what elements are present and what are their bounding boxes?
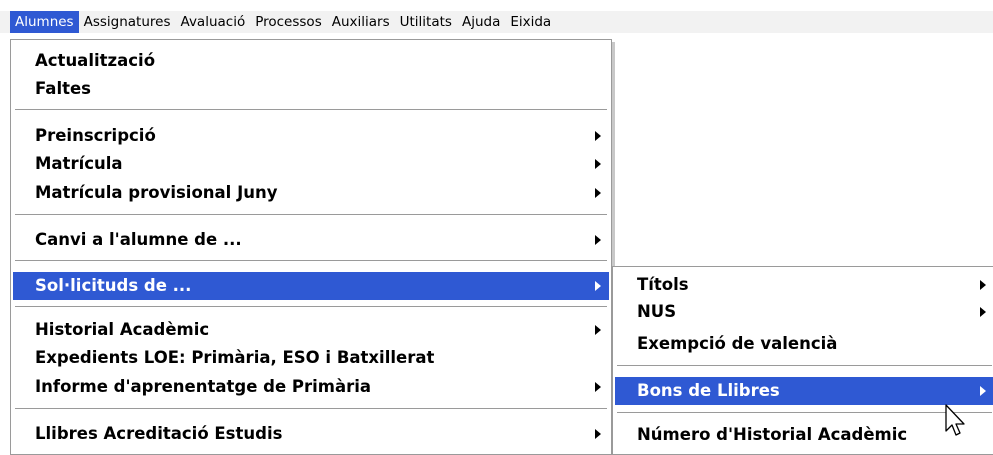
menu-item-label: Expedients LOE: Primària, ESO i Batxille… <box>35 348 435 367</box>
menu-item-label: Matrícula provisional Juny <box>35 183 278 202</box>
submenu-item-numero-historial[interactable]: Número d'Historial Acadèmic <box>615 421 993 449</box>
menu-assignatures[interactable]: Assignatures <box>79 11 176 33</box>
menu-separator <box>15 109 607 111</box>
submenu-arrow-icon <box>595 325 601 335</box>
menu-item-label: Llibres Acreditació Estudis <box>35 424 283 443</box>
submenu-arrow-icon <box>595 281 601 291</box>
mouse-pointer-icon <box>945 404 965 436</box>
menu-bar: Alumnes Assignatures Avaluació Processos… <box>0 0 993 38</box>
menu-item-historial-academic[interactable]: Historial Acadèmic <box>13 316 609 344</box>
submenu-item-exempcio-valencia[interactable]: Exempció de valencià <box>615 330 993 358</box>
submenu-arrow-icon <box>980 280 986 290</box>
menu-separator <box>15 214 607 216</box>
menu-item-label: Historial Acadèmic <box>35 320 210 339</box>
menu-separator <box>617 412 992 414</box>
menu-auxiliars[interactable]: Auxiliars <box>327 11 395 33</box>
submenu-arrow-icon <box>980 307 986 317</box>
submenu-arrow-icon <box>595 235 601 245</box>
menu-item-expedients-loe[interactable]: Expedients LOE: Primària, ESO i Batxille… <box>13 344 609 372</box>
menu-item-label: Preinscripció <box>35 126 156 145</box>
menu-item-faltes[interactable]: Faltes <box>13 75 609 103</box>
menu-separator <box>617 365 992 367</box>
menu-item-label: Faltes <box>35 79 91 98</box>
menu-item-matricula[interactable]: Matrícula <box>13 150 609 178</box>
menu-item-label: Sol·licituds de ... <box>35 276 192 295</box>
menu-ajuda[interactable]: Ajuda <box>457 11 505 33</box>
menu-bar-strip: Alumnes Assignatures Avaluació Processos… <box>0 11 993 33</box>
menu-alumnes[interactable]: Alumnes <box>10 11 79 33</box>
alumnes-dropdown-menu: Actualització Faltes Preinscripció Matrí… <box>10 39 612 455</box>
menu-item-label: Bons de Llibres <box>637 381 780 400</box>
submenu-arrow-icon <box>595 382 601 392</box>
submenu-arrow-icon <box>595 188 601 198</box>
menu-eixida[interactable]: Eixida <box>505 11 556 33</box>
menu-utilitats[interactable]: Utilitats <box>395 11 457 33</box>
submenu-arrow-icon <box>595 131 601 141</box>
sollicituds-submenu: Títols NUS Exempció de valencià Bons de … <box>612 266 993 455</box>
menu-item-preinscripcio[interactable]: Preinscripció <box>13 122 609 150</box>
submenu-item-bons-llibres[interactable]: Bons de Llibres <box>615 377 993 405</box>
menu-item-actualitzacio[interactable]: Actualització <box>13 47 609 75</box>
submenu-item-nus[interactable]: NUS <box>615 298 993 326</box>
menu-separator <box>15 408 607 410</box>
menu-item-label: NUS <box>637 302 677 321</box>
menu-item-llibres-acreditacio[interactable]: Llibres Acreditació Estudis <box>13 420 609 448</box>
menu-item-sollicituds[interactable]: Sol·licituds de ... <box>13 272 609 300</box>
submenu-arrow-icon <box>980 386 986 396</box>
menu-item-label: Títols <box>637 275 689 294</box>
submenu-arrow-icon <box>595 159 601 169</box>
menu-item-matricula-provisional-juny[interactable]: Matrícula provisional Juny <box>13 179 609 207</box>
menu-item-label: Número d'Historial Acadèmic <box>637 425 908 444</box>
menu-processos[interactable]: Processos <box>250 11 327 33</box>
menu-item-label: Exempció de valencià <box>637 334 838 353</box>
menu-item-label: Informe d'aprenentatge de Primària <box>35 377 372 396</box>
menu-avaluacio[interactable]: Avaluació <box>176 11 251 33</box>
submenu-item-titols[interactable]: Títols <box>615 271 993 299</box>
menu-item-label: Matrícula <box>35 154 123 173</box>
submenu-arrow-icon <box>595 429 601 439</box>
menu-item-label: Canvi a l'alumne de ... <box>35 230 242 249</box>
menu-separator <box>15 260 607 262</box>
menu-separator <box>15 306 607 308</box>
menu-item-informe-aprenentatge[interactable]: Informe d'aprenentatge de Primària <box>13 373 609 401</box>
menu-item-label: Actualització <box>35 51 156 70</box>
menu-item-canvi-alumne[interactable]: Canvi a l'alumne de ... <box>13 226 609 254</box>
